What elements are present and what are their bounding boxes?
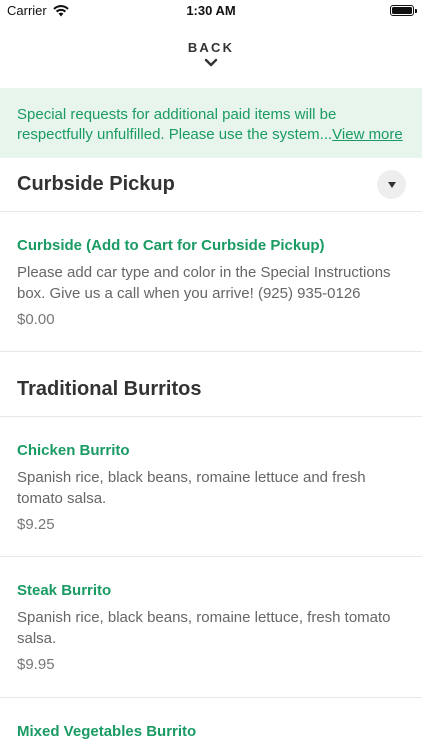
view-more-link[interactable]: View more <box>332 126 403 143</box>
back-label: BACK <box>187 40 235 55</box>
item-description: Spanish rice, black beans, romaine lettu… <box>17 609 391 647</box>
special-requests-notice: Special requests for additional paid ite… <box>0 88 422 158</box>
item-name: Curbside (Add to Cart for Curbside Picku… <box>17 237 325 254</box>
item-name: Mixed Vegetables Burrito <box>17 723 197 740</box>
item-name: Chicken Burrito <box>17 442 130 459</box>
status-time: 1:30 AM <box>186 3 236 18</box>
section-title: Traditional Burritos <box>17 378 202 400</box>
back-button[interactable]: BACK <box>0 30 422 86</box>
item-price: $9.25 <box>17 516 55 533</box>
item-description: Please add car type and color in the Spe… <box>17 264 391 302</box>
section-header-curbside-pickup: Curbside Pickup <box>0 158 422 212</box>
notice-text: Special requests for additional paid ite… <box>17 106 337 143</box>
menu-item[interactable]: Chicken Burrito Spanish rice, black bean… <box>0 418 422 557</box>
status-bar: Carrier 1:30 AM <box>0 0 422 22</box>
menu-item[interactable]: Mixed Vegetables Burrito <box>0 699 422 750</box>
caret-down-icon <box>387 181 396 188</box>
item-price: $9.95 <box>17 656 55 673</box>
item-description: Spanish rice, black beans, romaine lettu… <box>17 469 366 507</box>
item-name: Steak Burrito <box>17 582 112 599</box>
menu-item[interactable]: Steak Burrito Spanish rice, black beans,… <box>0 558 422 698</box>
section-title: Curbside Pickup <box>17 173 175 195</box>
battery-icon <box>390 5 417 16</box>
section-dropdown-button[interactable] <box>377 170 406 199</box>
item-price: $0.00 <box>17 311 55 328</box>
notice-text-wrapper: Special requests for additional paid ite… <box>17 105 406 145</box>
chevron-down-icon <box>204 58 218 67</box>
menu-item[interactable]: Curbside (Add to Cart for Curbside Picku… <box>0 212 422 352</box>
section-header-traditional-burritos: Traditional Burritos <box>0 363 422 417</box>
